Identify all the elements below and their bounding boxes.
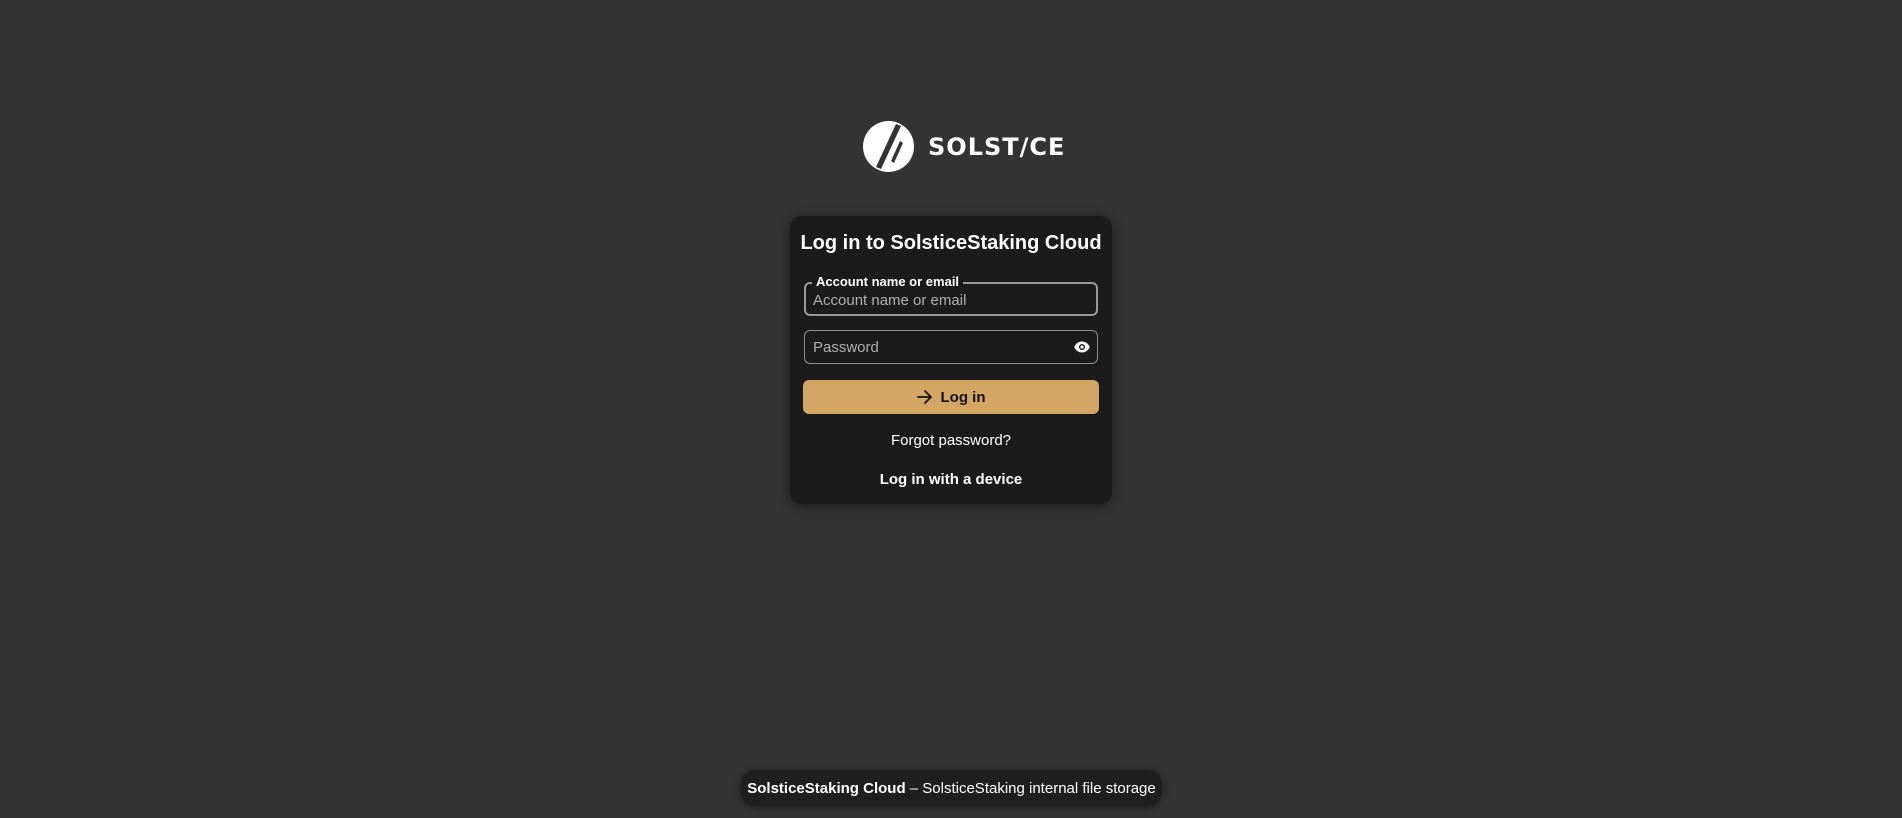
password-input[interactable]: [813, 331, 1063, 363]
account-input[interactable]: [813, 285, 1063, 315]
footer-brand[interactable]: SolsticeStaking Cloud: [747, 780, 905, 797]
arrow-right-icon: [916, 390, 932, 404]
password-field[interactable]: [804, 330, 1098, 364]
account-field[interactable]: Account name or email: [804, 275, 1098, 316]
logo-text: SOLST/CE: [928, 132, 1066, 161]
login-card: Log in to SolsticeStaking Cloud Account …: [790, 216, 1112, 504]
login-page: SOLST/CE Log in to SolsticeStaking Cloud…: [0, 0, 1902, 818]
device-login-link[interactable]: Log in with a device: [790, 471, 1112, 488]
footer-tagline: – SolsticeStaking internal file storage: [905, 779, 1156, 797]
login-title: Log in to SolsticeStaking Cloud: [800, 232, 1102, 254]
login-button[interactable]: Log in: [803, 380, 1099, 414]
login-button-label: Log in: [940, 388, 986, 406]
solstice-logo-icon: [863, 121, 914, 172]
eye-icon[interactable]: [1073, 338, 1091, 356]
footer: SolsticeStaking Cloud – SolsticeStaking …: [741, 770, 1162, 806]
logo: SOLST/CE: [863, 121, 1065, 172]
forgot-password-link[interactable]: Forgot password?: [790, 432, 1112, 449]
